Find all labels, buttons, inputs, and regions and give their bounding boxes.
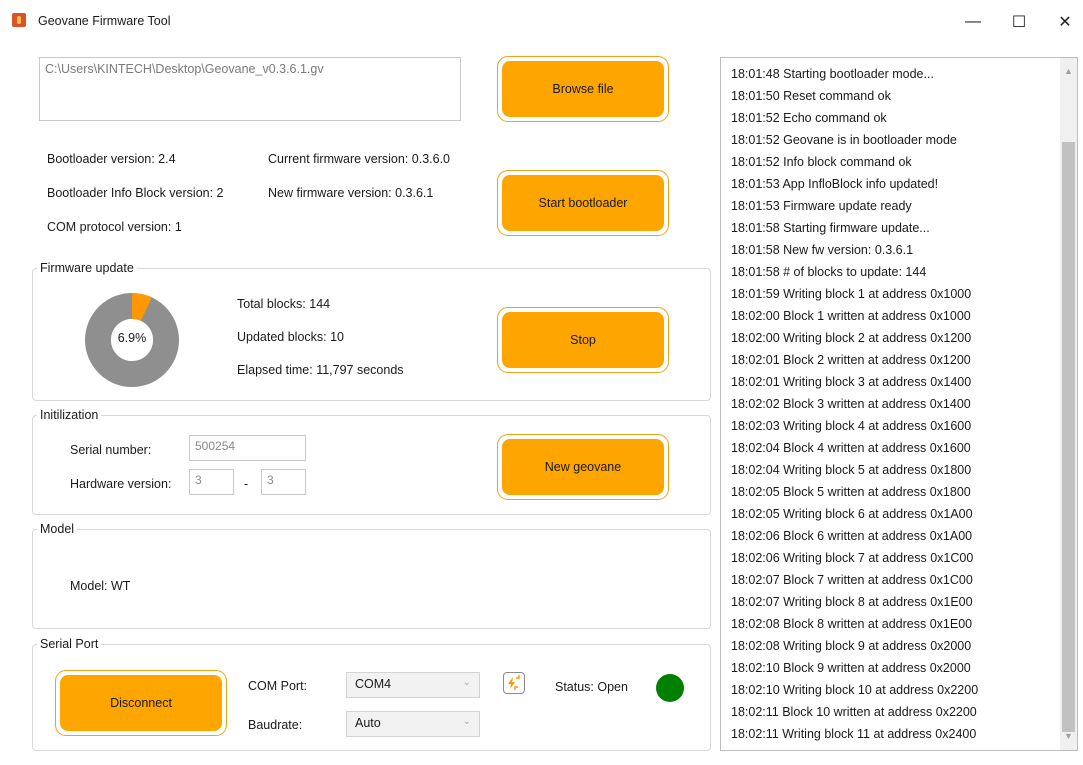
log-line: 18:02:10 Block 9 written at address 0x20… [731,661,971,675]
new-geovane-button[interactable]: New geovane [497,434,669,500]
bootloader-info-block-version: Bootloader Info Block version: 2 [47,186,224,200]
disconnect-button[interactable]: Disconnect [55,670,227,736]
hardware-major-field[interactable]: 3 [189,469,234,495]
elapsed-time: Elapsed time: 11,797 seconds [237,363,404,377]
browse-file-label: Browse file [502,61,664,117]
com-port-label: COM Port: [248,679,308,693]
log-line: 18:01:53 App InfloBlock info updated! [731,177,939,191]
close-button[interactable]: ✕ [1042,6,1083,38]
log-line: 18:02:04 Writing block 5 at address 0x18… [731,463,972,477]
log-line: 18:02:06 Writing block 7 at address 0x1C… [731,551,974,565]
scroll-down-icon[interactable]: ▼ [1063,731,1074,742]
log-line: 18:01:52 Info block command ok [731,155,912,169]
model-text: Model: WT [70,579,131,593]
log-list: 18:01:48 Starting bootloader mode... 18:0… [731,63,1056,745]
log-panel[interactable]: 18:01:48 Starting bootloader mode... 18:0… [720,57,1078,751]
start-bootloader-button[interactable]: Start bootloader [497,170,669,236]
com-protocol-version: COM protocol version: 1 [47,220,182,234]
log-line: 18:02:11 Writing block 11 at address 0x2… [731,727,977,741]
current-firmware-version: Current firmware version: 0.3.6.0 [268,152,451,166]
title-bar: Geovane Firmware Tool — ☐ ✕ [0,0,1083,44]
stop-button[interactable]: Stop [497,307,669,373]
new-geovane-label: New geovane [502,439,664,495]
log-line: 18:01:53 Firmware update ready [731,199,912,213]
log-line: 18:01:50 Reset command ok [731,89,891,103]
log-line: 18:02:03 Writing block 4 at address 0x16… [731,419,972,433]
start-bootloader-label: Start bootloader [502,175,664,231]
updated-blocks: Updated blocks: 10 [237,330,345,344]
log-line: 18:02:05 Writing block 6 at address 0x1A… [731,507,973,521]
log-line: 18:02:01 Writing block 3 at address 0x14… [731,375,972,389]
log-line: 18:01:58 New fw version: 0.3.6.1 [731,243,914,257]
log-line: 18:02:02 Block 3 written at address 0x14… [731,397,971,411]
log-line: 18:01:58 # of blocks to update: 144 [731,265,927,279]
log-scrollbar[interactable]: ▲ ▼ [1060,58,1077,750]
com-port-select[interactable]: COM4 ⌄ [346,672,480,698]
log-line: 18:02:04 Block 4 written at address 0x16… [731,441,971,455]
firmware-update-group-title: Firmware update [37,261,137,275]
total-blocks: Total blocks: 144 [237,297,331,311]
disconnect-label: Disconnect [60,675,222,731]
log-line: 18:02:00 Block 1 written at address 0x10… [731,309,971,323]
refresh-icon [508,675,520,690]
log-line: 18:01:52 Geovane is in bootloader mode [731,133,957,147]
serial-number-label: Serial number: [70,443,152,457]
log-line: 18:02:11 Block 10 written at address 0x2… [731,705,977,719]
serial-port-group-title: Serial Port [37,637,102,651]
log-line: 18:02:01 Block 2 written at address 0x12… [731,353,971,367]
status-text: Status: Open [555,680,628,694]
window-title: Geovane Firmware Tool [38,14,171,28]
log-line: 18:02:08 Block 8 written at address 0x1E… [731,617,973,631]
chevron-down-icon: ⌄ [462,677,471,688]
bootloader-version: Bootloader version: 2.4 [47,152,176,166]
maximize-button[interactable]: ☐ [996,6,1042,38]
log-line: 18:01:58 Starting firmware update... [731,221,930,235]
log-line: 18:02:05 Block 5 written at address 0x18… [731,485,971,499]
log-line: 18:02:00 Writing block 2 at address 0x12… [731,331,972,345]
progress-percent: 6.9% [117,331,147,345]
baudrate-value: Auto [355,716,381,730]
log-line: 18:01:59 Writing block 1 at address 0x10… [731,287,972,301]
hardware-version-label: Hardware version: [70,477,172,491]
log-line: 18:02:10 Writing block 10 at address 0x2… [731,683,979,697]
log-line: 18:01:52 Echo command ok [731,111,887,125]
baudrate-select[interactable]: Auto ⌄ [346,711,480,737]
initialization-group-title: Initilization [37,408,102,422]
log-line: 18:02:08 Writing block 9 at address 0x20… [731,639,972,653]
file-path-field[interactable]: C:\Users\KINTECH\Desktop\Geovane_v0.3.6.… [39,57,461,121]
serial-number-field[interactable]: 500254 [189,435,306,461]
log-line: 18:02:06 Block 6 written at address 0x1A… [731,529,973,543]
model-group-title: Model [37,522,78,536]
new-firmware-version: New firmware version: 0.3.6.1 [268,186,434,200]
minimize-button[interactable]: — [950,6,996,38]
stop-label: Stop [502,312,664,368]
refresh-ports-button[interactable] [503,672,525,694]
chevron-down-icon: ⌄ [462,716,471,727]
baudrate-label: Baudrate: [248,718,303,732]
log-line: 18:01:48 Starting bootloader mode... [731,67,934,81]
model-group [32,529,711,629]
browse-file-button[interactable]: Browse file [497,56,669,122]
app-icon [12,13,26,27]
progress-donut: 6.9% [85,293,179,387]
hardware-minor-field[interactable]: 3 [261,469,306,495]
log-line: 18:02:07 Writing block 8 at address 0x1E… [731,595,973,609]
com-port-value: COM4 [355,677,392,691]
scroll-up-icon[interactable]: ▲ [1063,66,1074,77]
hardware-separator: - [244,477,249,491]
log-line: 18:02:07 Block 7 written at address 0x1C… [731,573,973,587]
scrollbar-thumb[interactable] [1062,142,1075,732]
status-indicator [656,674,684,702]
